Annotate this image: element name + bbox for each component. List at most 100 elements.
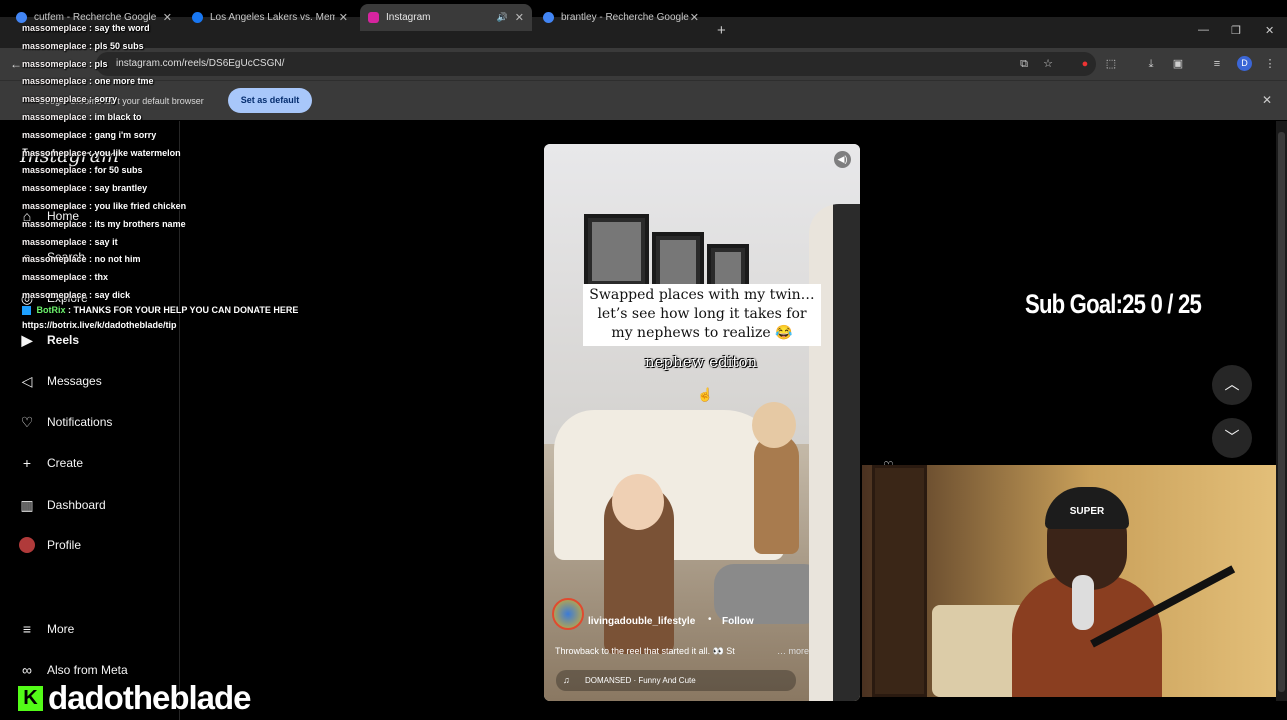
chat-message: massomeplace : say the word: [22, 23, 150, 33]
chat-username: massomeplace: [22, 111, 87, 122]
chat-text: no not him: [94, 254, 141, 265]
screen: cutfem - Recherche Google ✕ Los Angeles …: [0, 0, 1287, 720]
microphone: [1072, 575, 1094, 630]
scrollbar-thumb[interactable]: [1278, 132, 1285, 692]
sidebar-item-also-from-meta[interactable]: ∞ Also from Meta: [18, 661, 128, 679]
close-window-icon[interactable]: ✕: [1265, 24, 1274, 37]
hand-cursor-icon: ☝: [697, 387, 714, 402]
back-icon[interactable]: ←: [10, 57, 22, 71]
reel-description: Throwback to the reel that started it al…: [555, 646, 735, 656]
media-control-icon[interactable]: ≡: [1210, 57, 1224, 71]
chat-text: say the word: [94, 23, 150, 33]
instagram-icon: [368, 12, 379, 23]
chat-username: massomeplace: [22, 236, 87, 247]
restore-icon[interactable]: ❐: [1231, 24, 1241, 37]
previous-reel-button[interactable]: ︿: [1212, 365, 1252, 405]
child-figure: [754, 434, 799, 554]
side-panel-icon[interactable]: ▣: [1171, 57, 1185, 71]
sidebar-item-reels[interactable]: ▶ Reels: [18, 331, 79, 349]
chat-message: massomeplace : im black to: [22, 111, 142, 122]
donate-url: https://botrix.live/k/dadotheblade/tip: [22, 320, 177, 330]
chat-text: one more tme: [94, 76, 154, 87]
sidebar-item-messages[interactable]: ◁ Messages: [18, 372, 102, 390]
bot-username: BotRix: [36, 305, 66, 315]
sidebar-item-profile[interactable]: Profile: [18, 536, 81, 554]
tab-title: brantley - Recherche Google: [561, 12, 689, 23]
new-tab-icon[interactable]: +: [717, 22, 726, 39]
chat-text: you like fried chicken: [94, 200, 187, 211]
chat-username: massomeplace: [22, 58, 87, 69]
chat-text: thx: [94, 272, 109, 283]
extensions-puzzle-icon[interactable]: ⬚: [1104, 57, 1118, 71]
messages-icon: ◁: [21, 372, 33, 389]
speaker-icon[interactable]: 🔊: [497, 12, 508, 23]
avatar: [18, 536, 36, 554]
reel-author-avatar[interactable]: [552, 598, 584, 630]
reel-caption-box: Swapped places with my twin… let’s see h…: [583, 284, 821, 346]
close-icon[interactable]: ✕: [339, 11, 348, 24]
separator-dot: •: [708, 614, 712, 625]
chat-text: say dick: [94, 289, 131, 300]
webcam-door: [872, 465, 927, 697]
sidebar-item-notifications[interactable]: ♡ Notifications: [18, 413, 113, 431]
chat-text: you like watermelon: [94, 147, 181, 158]
kebab-menu-icon[interactable]: ⋮: [1263, 57, 1277, 71]
sidebar-item-dashboard[interactable]: ▥ Dashboard: [18, 496, 106, 514]
sidebar-item-more[interactable]: ≡ More: [18, 620, 74, 638]
bot-chat-message: BotRix : THANKS FOR YOUR HELP YOU CAN DO…: [22, 305, 299, 316]
bot-badge-icon: [22, 306, 31, 316]
chat-message: massomeplace : pls: [22, 58, 108, 69]
chat-username: massomeplace: [22, 129, 87, 140]
sidebar-item-create[interactable]: + Create: [18, 454, 83, 472]
reel-username[interactable]: livingadouble_lifestyle: [588, 616, 695, 627]
bookmark-star-icon[interactable]: ☆: [1041, 57, 1055, 71]
reel-overlay-label: nephew editon: [644, 353, 758, 371]
bot-text: : THANKS FOR YOUR HELP YOU CAN DONATE HE…: [68, 305, 299, 315]
sub-goal-overlay: Sub Goal:25 0 / 25: [1025, 289, 1202, 319]
speaker-icon[interactable]: ◀): [834, 151, 851, 168]
chat-text: sorry: [94, 94, 118, 105]
close-icon[interactable]: ✕: [690, 11, 699, 24]
chevron-down-icon: ﹀: [1224, 429, 1240, 446]
music-note-icon: ♫: [563, 675, 570, 685]
reels-icon: ▶: [21, 331, 33, 348]
next-reel-button[interactable]: ﹀: [1212, 418, 1252, 458]
chat-username: massomeplace: [22, 76, 87, 87]
tab-instagram[interactable]: Instagram 🔊 ✕: [360, 4, 532, 31]
chat-overlay: massomeplace : say the word massomeplace…: [22, 20, 312, 305]
chat-text: pls: [94, 58, 108, 69]
photo-frame: [584, 214, 649, 289]
menu-icon: ≡: [22, 621, 32, 637]
more-link[interactable]: … more: [777, 646, 809, 656]
chat-username: massomeplace: [22, 289, 87, 300]
sidebar-item-label: Dashboard: [47, 498, 106, 512]
chat-message: massomeplace : you like watermelon: [22, 147, 181, 158]
sidebar-item-label: Profile: [47, 538, 82, 552]
streamer-name: dadotheblade: [47, 678, 253, 717]
close-icon[interactable]: ✕: [1262, 93, 1272, 107]
chat-username: massomeplace: [22, 272, 87, 283]
chat-text: say brantley: [94, 183, 148, 194]
chat-username: massomeplace: [22, 254, 87, 265]
audio-title[interactable]: DOMANSED · Funny And Cute: [585, 676, 696, 685]
google-icon: [543, 12, 554, 23]
follow-button[interactable]: Follow: [722, 616, 754, 627]
profile-avatar[interactable]: D: [1237, 56, 1252, 71]
close-icon[interactable]: ✕: [515, 11, 524, 24]
chat-username: massomeplace: [22, 40, 87, 51]
chat-username: massomeplace: [22, 94, 87, 105]
chat-text: say it: [94, 236, 118, 247]
minimize-icon[interactable]: —: [1198, 24, 1209, 36]
webcam-overlay: SUPER: [862, 465, 1276, 697]
chat-message: massomeplace : you like fried chicken: [22, 200, 187, 211]
chat-message: massomeplace : its my brothers name: [22, 218, 186, 229]
chat-message: massomeplace : say dick: [22, 289, 131, 300]
sidebar-item-label: Reels: [47, 333, 80, 347]
tab-google-search-2[interactable]: brantley - Recherche Google ✕: [535, 4, 707, 31]
chat-username: massomeplace: [22, 183, 87, 194]
extension-icon[interactable]: ●: [1078, 57, 1092, 71]
child-head: [752, 402, 796, 448]
chat-message: massomeplace : sorry: [22, 94, 118, 105]
install-icon[interactable]: ⧉: [1017, 57, 1031, 71]
download-icon[interactable]: ⤓: [1144, 57, 1158, 71]
